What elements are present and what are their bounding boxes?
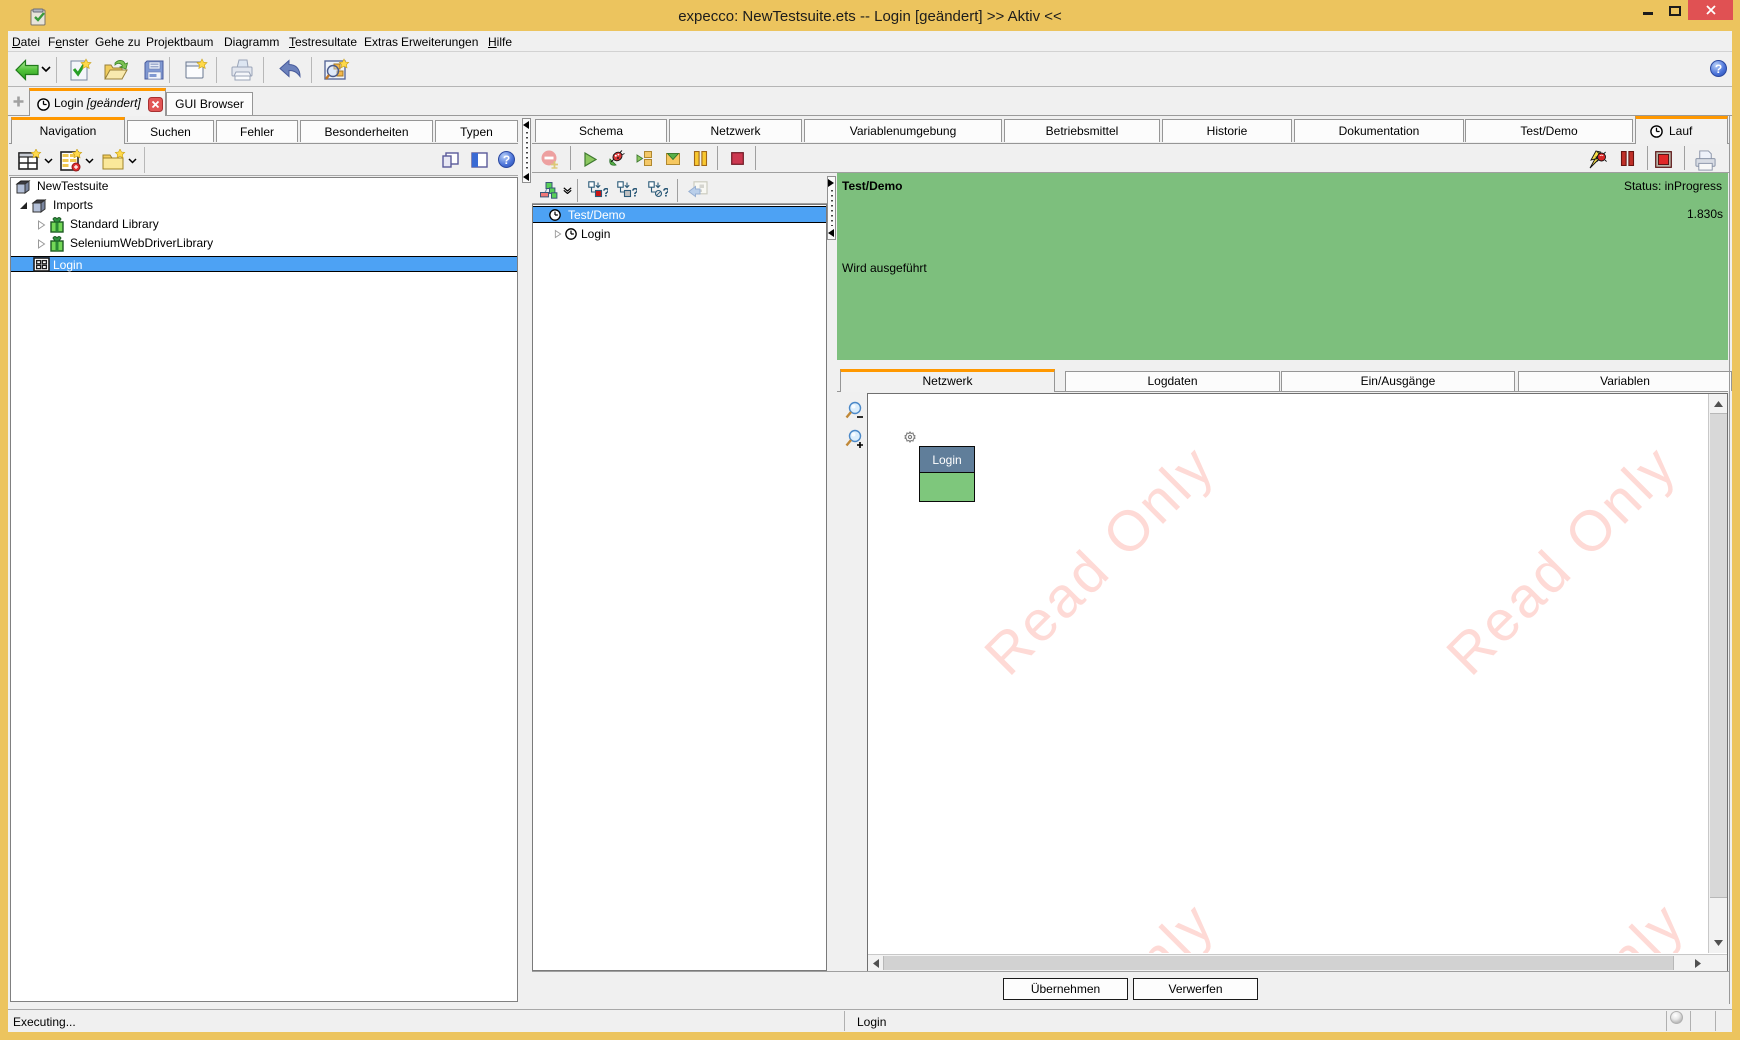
svg-text:?: ? (663, 186, 669, 200)
svg-text:?: ? (632, 186, 638, 200)
svg-text:?: ? (503, 153, 510, 167)
svg-text:?: ? (1715, 62, 1722, 76)
svg-text:?: ? (603, 186, 609, 200)
